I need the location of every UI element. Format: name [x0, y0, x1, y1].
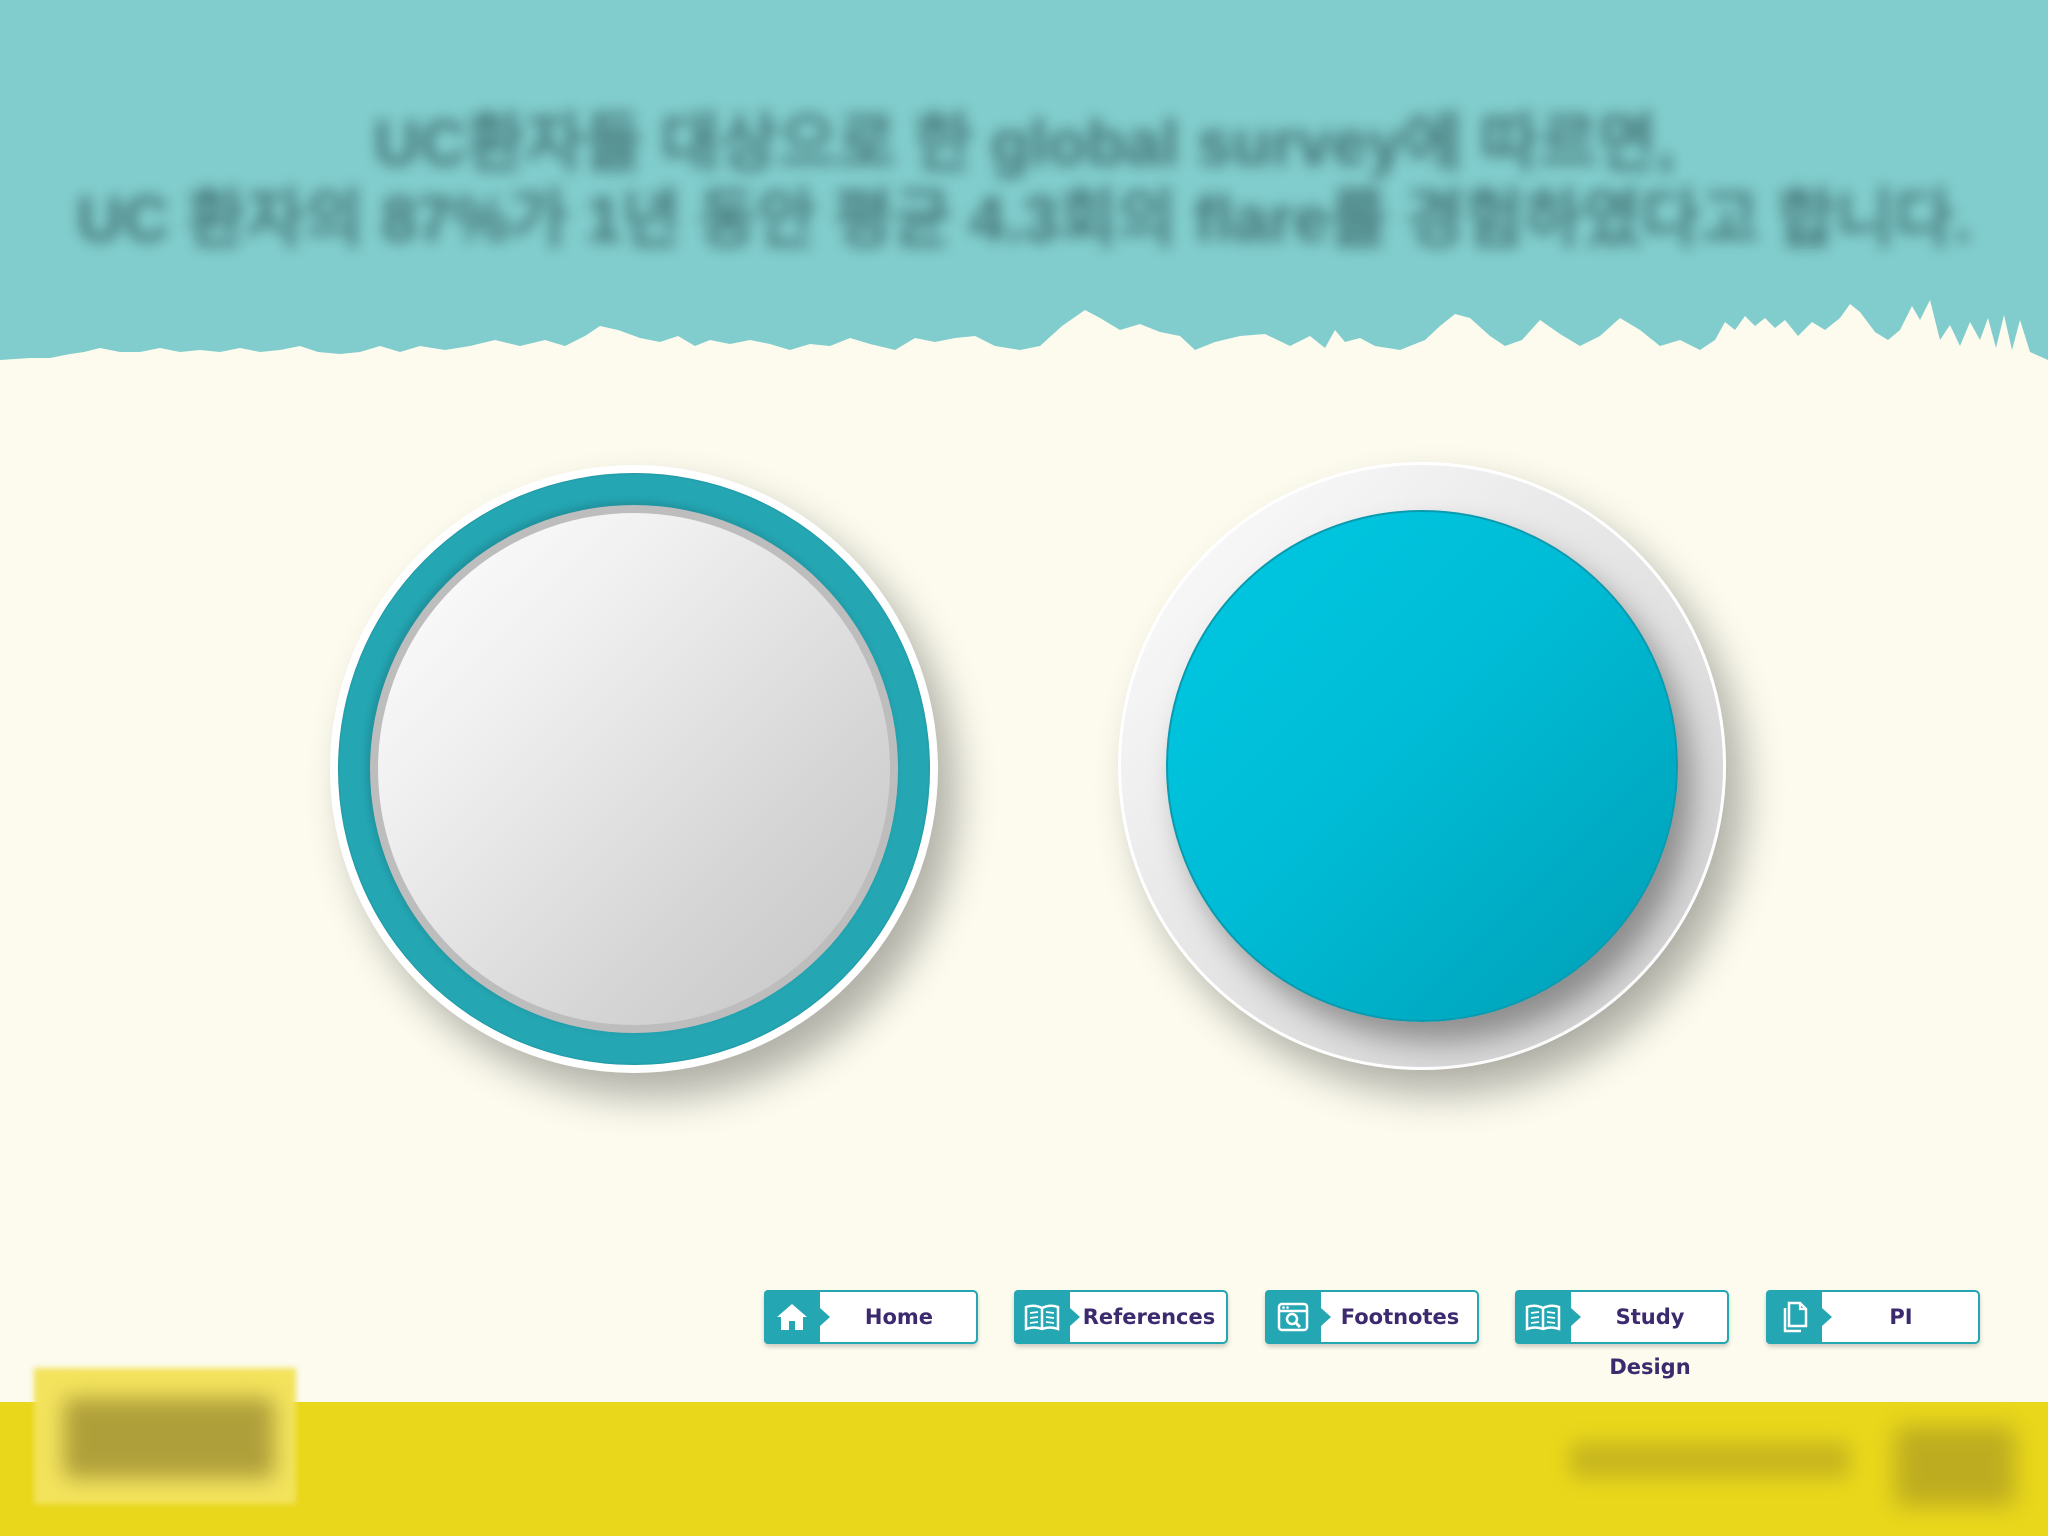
footer-brand-text	[1570, 1442, 1850, 1478]
cyan-circle-graphic	[1118, 462, 1726, 1070]
cyan-circle-face	[1166, 510, 1678, 1022]
study-design-button[interactable]: Study Design	[1515, 1290, 1729, 1379]
references-label: References	[1082, 1305, 1216, 1329]
home-label: Home	[864, 1305, 934, 1329]
study-design-label: Study Design	[1609, 1305, 1691, 1379]
home-icon	[764, 1290, 830, 1344]
footnotes-label: Footnotes	[1340, 1305, 1460, 1329]
footnotes-button[interactable]: Footnotes	[1265, 1290, 1479, 1344]
document-copy-icon	[1766, 1290, 1832, 1344]
book-icon	[1014, 1290, 1080, 1344]
white-circle-face	[378, 513, 890, 1025]
brand-logo	[34, 1368, 296, 1504]
white-circle-graphic	[330, 465, 938, 1073]
header-band: UC환자들 대상으로 한 global survey에 따르면, UC 환자의 …	[0, 0, 2048, 360]
footer-band	[0, 1368, 2048, 1536]
search-window-icon	[1265, 1290, 1331, 1344]
book-icon	[1515, 1290, 1581, 1344]
pi-button[interactable]: PI	[1766, 1290, 1980, 1344]
header-title-line2: UC 환자의 87%가 1년 동안 평균 4.3회의 flare를 경험하였다고…	[76, 183, 1972, 255]
pi-label: PI	[1889, 1305, 1913, 1329]
references-button[interactable]: References	[1014, 1290, 1228, 1344]
company-logo	[1895, 1426, 2015, 1506]
home-button[interactable]: Home	[764, 1290, 978, 1344]
